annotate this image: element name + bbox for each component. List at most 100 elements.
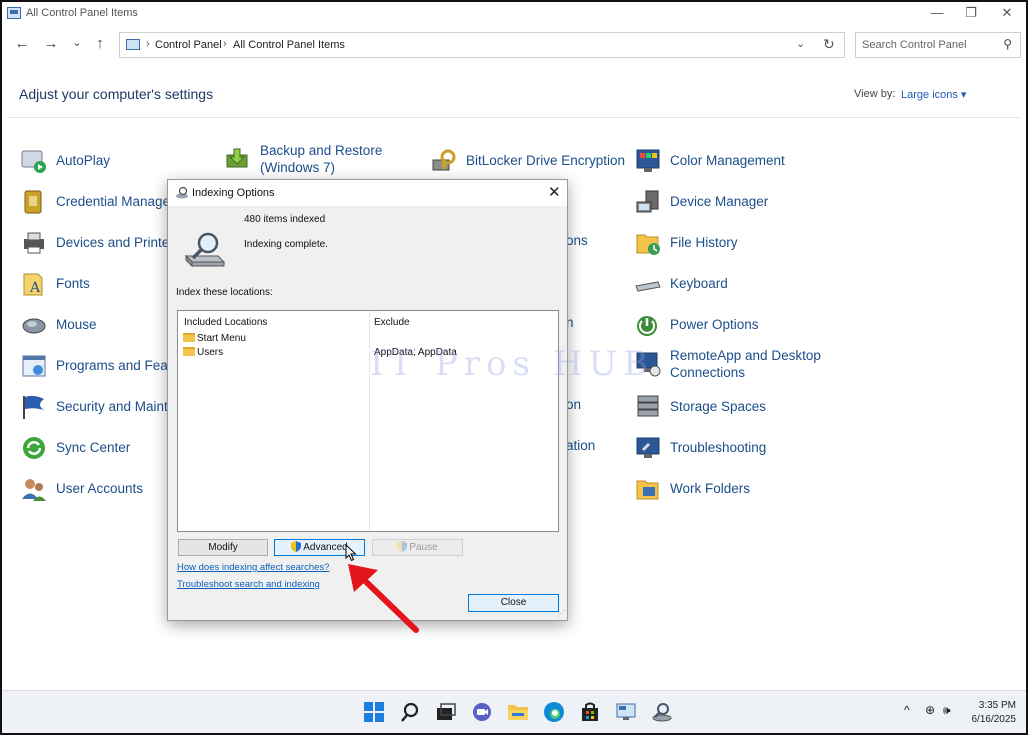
item-remoteapp[interactable]: RemoteApp and Desktop Connections [634,347,854,387]
printer-icon [24,232,44,254]
pause-label: Pause [409,542,438,553]
dialog-title: Indexing Options [192,187,275,199]
search-icon[interactable] [399,701,421,723]
item-storage-spaces[interactable]: Storage Spaces [634,393,854,429]
show-hidden-icons-button[interactable]: ^ [904,703,910,717]
control-panel-taskbar-icon[interactable] [615,701,637,723]
autoplay-icon [21,150,46,173]
file-explorer-icon[interactable] [507,701,529,723]
item-credential-manager[interactable]: Credential Manager [20,188,175,224]
view-by-dropdown[interactable]: Large icons ▾ [901,88,966,101]
item-troubleshooting[interactable]: Troubleshooting [634,434,854,470]
sync-icon [23,437,45,459]
indexing-status: Indexing complete. [244,239,328,250]
item-label-partial[interactable]: ation [566,438,595,453]
view-by-label: View by: [854,88,896,100]
item-label: Device Manager [670,194,769,209]
work-folders-icon [636,480,659,500]
close-button[interactable]: Close [468,594,559,612]
up-button[interactable]: ↑ [91,35,109,52]
item-fonts[interactable]: A Fonts [20,270,170,306]
color-management-icon [636,149,660,172]
folder-icon [183,333,195,342]
item-keyboard[interactable]: Keyboard [634,270,854,306]
svg-text:A: A [29,280,41,296]
clock[interactable]: 3:35 PM 6/16/2025 [960,699,1017,727]
item-programs-and-features[interactable]: Programs and Features [20,352,198,388]
folder-icon [183,347,195,356]
edge-icon[interactable] [543,701,565,723]
search-icon[interactable]: ⚲ [1003,37,1012,51]
item-label: Mouse [56,317,97,332]
how-indexing-affects-link[interactable]: How does indexing affect searches? [177,562,329,573]
item-label-line1: RemoteApp and Desktop [670,348,821,363]
item-power-options[interactable]: Power Options [634,311,854,347]
chat-icon[interactable] [471,701,493,723]
recent-locations-button[interactable]: ⌄ [68,36,86,49]
mouse-icon [22,318,46,334]
indexing-options-taskbar-icon[interactable] [651,701,673,723]
task-view-icon[interactable] [435,701,457,723]
column-header-exclude[interactable]: Exclude [374,317,410,328]
chevron-down-icon[interactable]: ⌄ [796,37,805,50]
forward-button[interactable]: → [42,35,60,52]
item-security-and-maintenance[interactable]: Security and Maintenance [20,393,212,429]
list-item[interactable]: Users [183,347,223,358]
item-label-partial[interactable]: on [566,397,581,412]
restore-button[interactable]: ❐ [954,4,988,24]
pause-button: Pause [372,539,463,556]
address-bar[interactable]: › Control Panel › All Control Panel Item… [119,32,845,58]
location-name: Users [197,347,224,358]
breadcrumb-separator: › [146,38,150,50]
item-backup-and-restore[interactable]: Backup and Restore (Windows 7) [224,142,404,178]
close-window-button[interactable]: ✕ [990,4,1024,24]
volume-icon[interactable]: 🕪 [943,703,951,718]
troubleshooting-icon [636,437,660,458]
shield-icon [397,541,408,552]
item-devices-and-printers[interactable]: Devices and Printers [20,229,181,265]
credential-manager-icon [24,190,42,214]
back-button[interactable]: ← [13,35,31,52]
item-color-management[interactable]: Color Management [634,147,854,183]
column-header-included[interactable]: Included Locations [184,317,267,328]
dialog-title-bar: Indexing Options ✕ [168,180,567,206]
item-mouse[interactable]: Mouse [20,311,170,347]
item-label-line1: Backup and Restore [260,143,383,158]
modify-button[interactable]: Modify [178,539,268,556]
page-title: Adjust your computer's settings [19,86,214,102]
refresh-icon[interactable]: ↻ [823,36,835,53]
item-user-accounts[interactable]: User Accounts [20,475,170,511]
item-autoplay[interactable]: AutoPlay [20,147,170,183]
item-label: User Accounts [56,481,144,496]
items-indexed-count: 480 items indexed [244,214,326,225]
storage-spaces-icon [637,395,659,417]
search-input[interactable]: Search Control Panel ⚲ [855,32,1021,58]
troubleshoot-search-link[interactable]: Troubleshoot search and indexing [177,579,320,590]
control-panel-icon [126,39,140,50]
item-label-partial[interactable]: ons [566,233,588,248]
item-label: Keyboard [670,276,728,291]
file-history-icon [636,234,660,255]
divider [7,117,1021,118]
resize-grip[interactable]: ⋰ [557,609,565,618]
list-item[interactable]: Start Menu [183,333,246,344]
breadcrumb-control-panel[interactable]: Control Panel [155,39,222,51]
dialog-close-icon[interactable]: ✕ [548,183,561,201]
locations-label: Index these locations: [176,287,273,298]
bitlocker-icon [432,149,456,171]
location-name: Start Menu [197,333,246,344]
watermark: IT Pros HUB [370,344,655,384]
item-label: Power Options [670,317,759,332]
start-icon[interactable] [363,701,385,723]
breadcrumb-all-items[interactable]: All Control Panel Items [233,39,345,51]
backup-icon [226,148,248,168]
item-label: Troubleshooting [670,440,767,455]
item-sync-center[interactable]: Sync Center [20,434,170,470]
item-device-manager[interactable]: Device Manager [634,188,854,224]
network-icon[interactable]: ⊕ [925,703,935,717]
minimize-button[interactable]: — [920,4,954,24]
item-bitlocker[interactable]: BitLocker Drive Encryption [430,147,630,183]
item-file-history[interactable]: File History [634,229,854,265]
item-work-folders[interactable]: Work Folders [634,475,854,511]
store-icon[interactable] [579,701,601,723]
